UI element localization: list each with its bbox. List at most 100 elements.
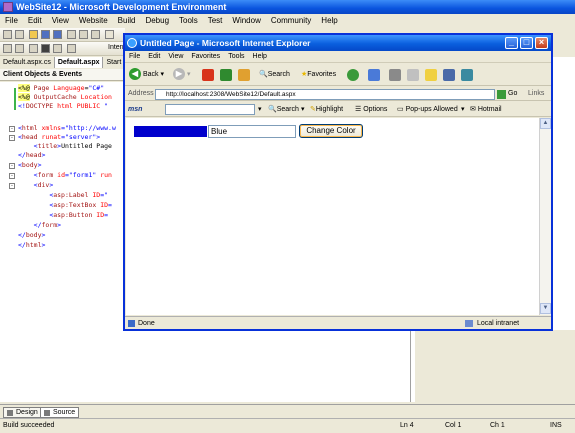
scroll-up-icon[interactable]: ▲ [540, 118, 551, 129]
collapse-html-icon[interactable]: - [9, 126, 15, 132]
scroll-down-icon[interactable]: ▼ [540, 303, 551, 314]
comment-icon[interactable] [41, 44, 50, 53]
search-label: Search [267, 71, 290, 78]
ie-app-icon [127, 38, 137, 48]
popups-button[interactable]: ▭ Pop-ups Allowed [397, 102, 458, 117]
collapse-div-icon[interactable]: - [9, 183, 15, 189]
vs-menu-view[interactable]: View [47, 14, 74, 28]
indent-icon[interactable] [15, 44, 24, 53]
undo-icon[interactable] [105, 30, 114, 39]
code-line-6: <head runat="server"> [18, 133, 101, 141]
format-icon[interactable] [3, 44, 12, 53]
vs-menu-edit[interactable]: Edit [23, 14, 47, 28]
vs-menu-window[interactable]: Window [227, 14, 265, 28]
address-input[interactable]: http://localhost:2308/WebSite12/Default.… [155, 89, 495, 100]
client-objects-dropdown[interactable]: Client Objects & Events [0, 69, 125, 81]
design-icon [7, 410, 13, 416]
add-item-icon[interactable] [15, 30, 24, 39]
history-icon[interactable] [347, 69, 359, 81]
options-label: Options [363, 106, 388, 113]
tab-default-aspx[interactable]: Default.aspx [54, 57, 104, 68]
code-line-17: </html> [18, 241, 46, 249]
ie-status-text: Done [138, 320, 155, 327]
ie-menu-favorites[interactable]: Favorites [187, 51, 224, 63]
ie-menu-edit[interactable]: Edit [144, 51, 164, 63]
code-line-11: <div> [33, 181, 54, 189]
home-icon[interactable] [238, 69, 250, 81]
source-icon [44, 410, 50, 416]
vs-menu-tools[interactable]: Tools [174, 14, 203, 28]
source-tab-label: Source [53, 409, 76, 416]
msn-search-input[interactable] [165, 104, 255, 115]
favorites-button[interactable]: ★Favorites [301, 68, 336, 82]
code-line-1: <%@ Page Language="C#" [18, 84, 105, 92]
code-line-16: </body> [18, 231, 46, 239]
vs-menu-build[interactable]: Build [113, 14, 141, 28]
ie-menu-help[interactable]: Help [249, 51, 271, 63]
vs-menu-test[interactable]: Test [203, 14, 228, 28]
go-button[interactable]: Go [508, 87, 517, 101]
hotmail-icon: ✉ [470, 106, 476, 113]
vs-menu-help[interactable]: Help [316, 14, 342, 28]
close-button[interactable]: × [535, 37, 548, 49]
cut-icon[interactable] [67, 30, 76, 39]
vs-app-icon [3, 2, 13, 12]
research-icon[interactable] [443, 69, 455, 81]
collapse-form-icon[interactable]: - [9, 173, 15, 179]
hotmail-button[interactable]: ✉ Hotmail [470, 102, 502, 117]
outdent-icon[interactable] [29, 44, 38, 53]
search-button[interactable]: 🔍Search [259, 68, 290, 82]
links-label[interactable]: Links [528, 87, 544, 101]
maximize-button[interactable]: □ [520, 37, 533, 49]
vs-right-panel-lower [415, 330, 575, 402]
paste-icon[interactable] [91, 30, 100, 39]
bookmark-icon[interactable] [67, 44, 76, 53]
vertical-scrollbar[interactable]: ▲ ▼ [539, 118, 551, 315]
ie-menu-tools[interactable]: Tools [224, 51, 248, 63]
messenger-icon[interactable] [461, 69, 473, 81]
vs-window-title: WebSite12 - Microsoft Development Enviro… [16, 2, 227, 12]
save-icon[interactable] [41, 30, 50, 39]
source-view-tab[interactable]: Source [40, 407, 80, 418]
forward-arrow-icon: ▶ [173, 68, 185, 81]
page-icon [128, 320, 135, 327]
forward-button[interactable]: ▶ ▾ [173, 68, 190, 82]
tab-default-aspx-cs[interactable]: Default.aspx.cs [0, 57, 55, 68]
tab-start[interactable]: Start [103, 57, 125, 68]
msn-search-dropdown-icon[interactable]: ▾ [301, 102, 305, 117]
vs-menu-website[interactable]: Website [74, 14, 113, 28]
ie-menu-file[interactable]: File [125, 51, 144, 63]
ie-menu-view[interactable]: View [164, 51, 187, 63]
go-icon[interactable] [497, 90, 506, 99]
mail-icon[interactable] [368, 69, 380, 81]
refresh-icon[interactable] [220, 69, 232, 81]
search-dropdown-icon[interactable]: ▾ [258, 102, 262, 117]
msn-logo[interactable]: msn [128, 102, 142, 117]
change-color-button[interactable]: Change Color [299, 124, 363, 138]
vs-menu-debug[interactable]: Debug [140, 14, 174, 28]
vs-menu-file[interactable]: File [0, 14, 23, 28]
edit-icon[interactable] [407, 69, 419, 81]
uncomment-icon[interactable] [53, 44, 62, 53]
folder-icon[interactable] [425, 69, 437, 81]
popups-label: Pop-ups Allowed [405, 106, 458, 113]
ie-title-bar[interactable]: Untitled Page - Microsoft Internet Explo… [125, 35, 551, 51]
design-view-tab[interactable]: Design [3, 407, 42, 418]
color-textbox[interactable]: Blue [208, 125, 296, 138]
save-all-icon[interactable] [53, 30, 62, 39]
highlight-button[interactable]: ✎Highlight [310, 102, 343, 117]
collapse-body-icon[interactable]: - [9, 163, 15, 169]
print-icon[interactable] [389, 69, 401, 81]
back-button[interactable]: ◀ Back ▾ [129, 68, 164, 82]
popups-dropdown-icon[interactable]: ▾ [461, 102, 465, 117]
copy-icon[interactable] [79, 30, 88, 39]
new-project-icon[interactable] [3, 30, 12, 39]
msn-search-button[interactable]: 🔍Search [268, 102, 299, 117]
collapse-head-icon[interactable]: - [9, 135, 15, 141]
open-file-icon[interactable] [29, 30, 38, 39]
stop-icon[interactable] [202, 69, 214, 81]
options-button[interactable]: ☰ Options [355, 102, 387, 117]
vs-menu-community[interactable]: Community [266, 14, 316, 28]
minimize-button[interactable]: _ [505, 37, 518, 49]
code-line-13: <asp:TextBox ID= [49, 201, 112, 209]
